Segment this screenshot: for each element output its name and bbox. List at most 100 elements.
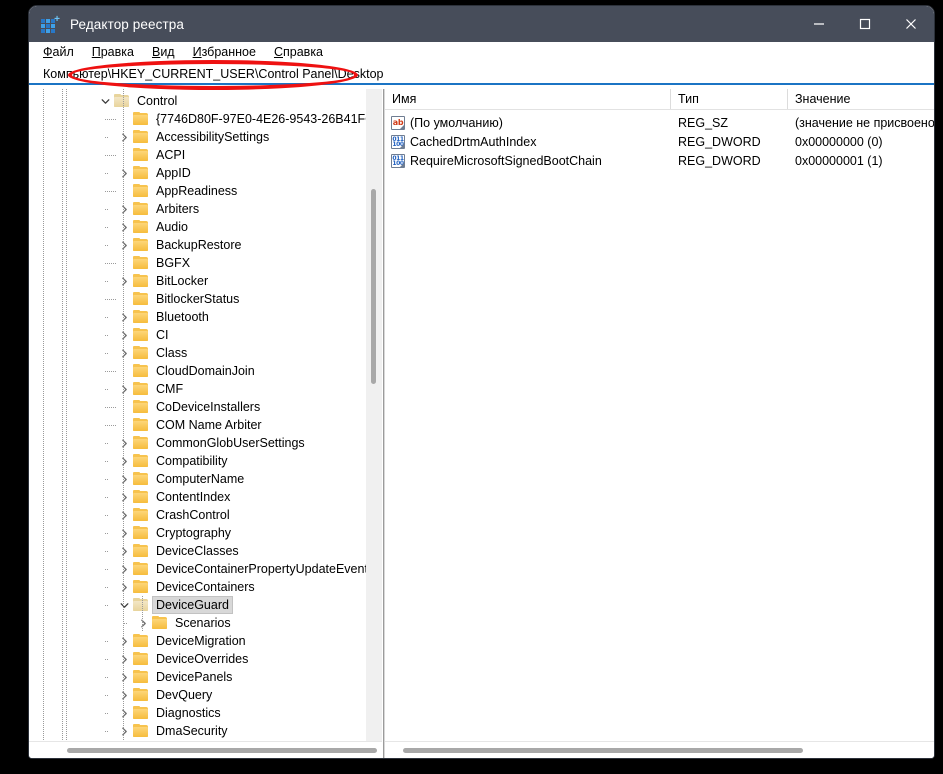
tree-item[interactable]: Audio xyxy=(29,218,382,236)
tree-item[interactable]: AppReadiness xyxy=(29,182,382,200)
tree-vertical-scroll-thumb[interactable] xyxy=(371,189,376,384)
chevron-right-icon[interactable] xyxy=(116,506,132,524)
chevron-right-icon[interactable] xyxy=(116,434,132,452)
tree-horizontal-scroll-thumb[interactable] xyxy=(67,748,377,753)
tree-item[interactable]: CMF xyxy=(29,380,382,398)
chevron-right-icon[interactable] xyxy=(116,542,132,560)
tree-item[interactable]: DeviceContainerPropertyUpdateEvents xyxy=(29,560,382,578)
chevron-right-icon[interactable] xyxy=(116,650,132,668)
tree-item[interactable]: CloudDomainJoin xyxy=(29,362,382,380)
tree-item[interactable]: BitLocker xyxy=(29,272,382,290)
tree-horizontal-scrollbar[interactable] xyxy=(29,741,382,758)
chevron-right-icon[interactable] xyxy=(116,236,132,254)
chevron-right-icon[interactable] xyxy=(116,308,132,326)
tree-item[interactable]: BitlockerStatus xyxy=(29,290,382,308)
tree-item[interactable]: AccessibilitySettings xyxy=(29,128,382,146)
values-horizontal-scrollbar[interactable] xyxy=(385,741,934,758)
menu-item-edit[interactable]: Правка xyxy=(92,42,143,63)
chevron-right-icon[interactable] xyxy=(116,344,132,362)
maximize-icon[interactable] xyxy=(842,6,888,42)
tree-item[interactable]: AppID xyxy=(29,164,382,182)
tree-item[interactable]: CoDeviceInstallers xyxy=(29,398,382,416)
tree-item[interactable]: {7746D80F-97E0-4E26-9543-26B41FC22F79} xyxy=(29,110,382,128)
tree-item[interactable]: Scenarios xyxy=(29,614,382,632)
tree-item[interactable]: DeviceContainers xyxy=(29,578,382,596)
tree-item[interactable]: ComputerName xyxy=(29,470,382,488)
chevron-right-icon[interactable] xyxy=(116,452,132,470)
chevron-right-icon[interactable] xyxy=(116,578,132,596)
tree-item[interactable]: DeviceClasses xyxy=(29,542,382,560)
tree-item[interactable]: Cryptography xyxy=(29,524,382,542)
chevron-right-icon[interactable] xyxy=(116,380,132,398)
menu-item-file[interactable]: Файл xyxy=(43,42,83,63)
tree-item[interactable]: ACPI xyxy=(29,146,382,164)
chevron-right-icon[interactable] xyxy=(116,524,132,542)
chevron-right-icon[interactable] xyxy=(116,326,132,344)
menu-bar: Файл Правка Вид Избранное Справка xyxy=(29,42,934,63)
tree-item[interactable]: Bluetooth xyxy=(29,308,382,326)
window-controls xyxy=(796,6,934,42)
chevron-right-icon[interactable] xyxy=(116,128,132,146)
tree-item[interactable]: Diagnostics xyxy=(29,704,382,722)
chevron-down-icon[interactable] xyxy=(97,92,113,110)
chevron-right-icon[interactable] xyxy=(116,632,132,650)
tree-item[interactable]: DevicePanels xyxy=(29,668,382,686)
tree-leaf-spacer xyxy=(116,398,132,416)
tree-guide-stub xyxy=(105,461,109,462)
tree-item[interactable]: DmaSecurity xyxy=(29,722,382,740)
title-bar[interactable]: + Редактор реестра xyxy=(29,6,934,42)
menu-item-view[interactable]: Вид xyxy=(152,42,184,63)
chevron-right-icon[interactable] xyxy=(116,560,132,578)
tree-item[interactable]: BackupRestore xyxy=(29,236,382,254)
chevron-right-icon[interactable] xyxy=(116,722,132,740)
column-header-name[interactable]: Имя xyxy=(385,89,671,109)
tree-item[interactable]: DeviceMigration xyxy=(29,632,382,650)
chevron-right-icon[interactable] xyxy=(116,488,132,506)
value-row[interactable]: 011 100 CachedDrtmAuthIndex REG_DWORD 0x0000… xyxy=(385,132,934,151)
tree-item[interactable]: BGFX xyxy=(29,254,382,272)
address-bar[interactable]: Компьютер\HKEY_CURRENT_USER\Control Pane… xyxy=(29,63,934,85)
tree-item[interactable]: Arbiters xyxy=(29,200,382,218)
chevron-right-icon[interactable] xyxy=(116,686,132,704)
folder-icon xyxy=(151,614,168,632)
registry-tree-scrollarea[interactable]: Control {7746D80F-97E0-4E26-9543-26B41FC2… xyxy=(29,89,382,741)
menu-item-help[interactable]: Справка xyxy=(274,42,332,63)
tree-item[interactable]: Compatibility xyxy=(29,452,382,470)
tree-vertical-scrollbar[interactable] xyxy=(366,89,382,741)
values-list[interactable]: ab (По умолчанию) REG_SZ (значение не присв… xyxy=(385,110,934,741)
minimize-icon[interactable] xyxy=(796,6,842,42)
tree-item[interactable]: Class xyxy=(29,344,382,362)
tree-item[interactable]: DeviceGuard xyxy=(29,596,382,614)
column-header-value[interactable]: Значение xyxy=(788,89,934,109)
tree-item-label: AppReadiness xyxy=(156,184,238,198)
tree-item[interactable]: Control xyxy=(29,92,382,110)
chevron-right-icon[interactable] xyxy=(135,614,151,632)
chevron-right-icon[interactable] xyxy=(116,668,132,686)
chevron-right-icon[interactable] xyxy=(116,704,132,722)
chevron-right-icon[interactable] xyxy=(116,164,132,182)
value-row[interactable]: 011 100 RequireMicrosoftSignedBootChain REG… xyxy=(385,151,934,170)
tree-item[interactable]: ContentIndex xyxy=(29,488,382,506)
chevron-right-icon[interactable] xyxy=(116,272,132,290)
tree-item-label: Cryptography xyxy=(156,526,232,540)
tree-guide-stub xyxy=(105,443,109,444)
tree-item[interactable]: DeviceOverrides xyxy=(29,650,382,668)
value-row[interactable]: ab (По умолчанию) REG_SZ (значение не присв… xyxy=(385,113,934,132)
menu-item-favorites[interactable]: Избранное xyxy=(193,42,265,63)
tree-item[interactable]: CrashControl xyxy=(29,506,382,524)
tree-guide-stub xyxy=(105,533,109,534)
tree-item[interactable]: CI xyxy=(29,326,382,344)
value-name-label: CachedDrtmAuthIndex xyxy=(410,134,537,149)
value-name-cell: 011 100 RequireMicrosoftSignedBootChain xyxy=(385,153,671,168)
close-icon[interactable] xyxy=(888,6,934,42)
tree-item[interactable]: COM Name Arbiter xyxy=(29,416,382,434)
chevron-right-icon[interactable] xyxy=(116,200,132,218)
folder-icon xyxy=(132,542,149,560)
values-horizontal-scroll-thumb[interactable] xyxy=(403,748,803,753)
chevron-right-icon[interactable] xyxy=(116,218,132,236)
column-header-type[interactable]: Тип xyxy=(671,89,788,109)
tree-item[interactable]: DevQuery xyxy=(29,686,382,704)
chevron-down-icon[interactable] xyxy=(116,596,132,614)
tree-item[interactable]: CommonGlobUserSettings xyxy=(29,434,382,452)
chevron-right-icon[interactable] xyxy=(116,470,132,488)
